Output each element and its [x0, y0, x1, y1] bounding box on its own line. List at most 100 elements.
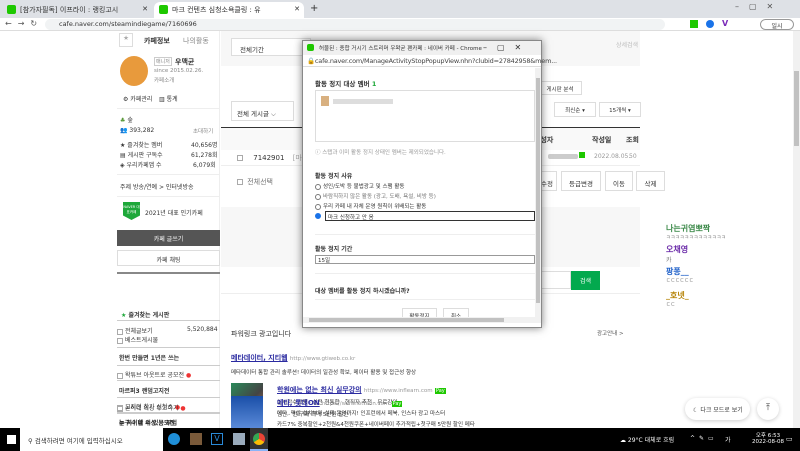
cafe-manage-link[interactable]: ⚙ 카페관리 [123, 94, 152, 103]
url-input[interactable]: cafe.naver.com/steamindiegame/7160696 [45, 19, 665, 30]
cafe-chat-button[interactable]: 카페 채팅 [117, 250, 220, 266]
profile-button[interactable]: 일시 [760, 19, 794, 30]
tab-cafe-info[interactable]: 카페정보 [144, 36, 170, 46]
board-item[interactable]: 베스트게시물 [117, 335, 220, 344]
minecraft-icon[interactable] [190, 433, 202, 445]
ad-item[interactable]: 메타, 롯데ON https://www.lotteon.com Pay [277, 398, 403, 408]
radio[interactable] [315, 203, 321, 210]
author-name-blurred[interactable] [548, 154, 578, 159]
cafe-intro-link[interactable]: 카페소개 [154, 76, 174, 84]
row-checkbox[interactable] [237, 155, 243, 161]
delete-button[interactable]: 삭제 [636, 171, 665, 191]
ad-title[interactable]: 메타, 롯데ON [277, 399, 320, 407]
page-scrollbar[interactable] [793, 31, 800, 428]
bottom-search-button[interactable]: 검색 [571, 271, 600, 290]
scroll-top-button[interactable]: ⤒ [757, 398, 779, 420]
system-tray-icons[interactable]: ^✎▭ [690, 435, 718, 442]
radio[interactable] [315, 193, 321, 200]
taskbar-search-input[interactable]: ⚲ 검색하려면 여기에 입력하십시오 [20, 428, 163, 451]
ad-title[interactable]: 메타데이터, 지티웹 [231, 354, 288, 362]
ad-item[interactable]: 학원에는 없는 최신 실무강의 https://www.inflearn.com… [277, 385, 446, 395]
invite-link[interactable]: 초대하기 [193, 127, 213, 135]
board-group-header: 마르퍼3 랜덤고지전 [119, 388, 170, 395]
per-page-select[interactable]: 15개씩 ▾ [599, 102, 641, 117]
window-controls[interactable]: –▢✕ [735, 2, 783, 11]
clock[interactable]: 오후 6:53 2022-08-08 [752, 431, 784, 445]
reason-option-3[interactable]: 우리 카페 내 자체 운영 원칙이 위배되는 활동 [315, 202, 426, 210]
target-member-list [315, 90, 535, 142]
ad-tower-image[interactable] [231, 396, 263, 428]
manager-name[interactable]: 우맥균 [175, 57, 194, 67]
label: 전체글보기 [125, 328, 153, 335]
scrollbar-thumb[interactable] [536, 78, 540, 303]
edge-icon[interactable] [168, 433, 180, 445]
label: 왁튜브 아웃트로 공모전 [125, 372, 185, 379]
reason-option-2[interactable]: 바람직하지 않은 활동 (광고, 도배, 욕설, 비방 등) [315, 192, 436, 200]
checkbox[interactable] [237, 179, 243, 185]
board-item[interactable]: 왁튜브 아웃트로 공모전 ● [117, 370, 220, 379]
stats-link[interactable]: ▥ 통계 [159, 94, 178, 103]
table-row[interactable]: 7142901 [마 [237, 153, 302, 163]
board-filter-select[interactable]: 전체 게시글 ⌵ [231, 101, 294, 121]
app-icon[interactable] [233, 433, 245, 445]
windows-taskbar: ⚲ 검색하려면 여기에 입력하십시오 V ☁ 29°C 대체로 흐림 ^✎▭ 가… [0, 428, 800, 451]
board-item[interactable]: 전체글보기 5,520,884 [117, 326, 220, 335]
label: 전체선택 [247, 178, 273, 186]
reason-option-1[interactable]: 성인/도박 등 불법광고 및 스팸 활동 [315, 182, 404, 190]
close-icon[interactable]: ✕ [142, 5, 148, 13]
period-select[interactable]: 15일 [315, 255, 535, 264]
windows-start-icon[interactable] [7, 435, 16, 444]
label: 전체 게시글 [237, 110, 269, 118]
ad-item[interactable]: 메타데이터, 지티웹 http://www.gtiweb.co.kr [231, 353, 355, 363]
cafe-topic[interactable]: 주제 방송/연예 > 인터넷방송 [120, 182, 194, 191]
extension-icon[interactable] [706, 20, 714, 28]
ad-info-link[interactable]: 광고안내 > [597, 329, 624, 337]
date: 2022-08-08 [752, 439, 784, 445]
post-title[interactable]: [마 [293, 154, 302, 162]
vegas-icon[interactable]: V [211, 433, 223, 445]
since-date: since 2015.02.26. [154, 68, 204, 74]
popup-window-controls[interactable]: –▢✕ [483, 43, 532, 52]
nav-buttons[interactable]: ←→↻ [5, 19, 43, 28]
weather-widget[interactable]: ☁ 29°C 대체로 흐림 [620, 435, 674, 444]
sort-select[interactable]: 최신순 ▾ [554, 102, 596, 117]
period-label: 활동 정지 기간 [315, 246, 353, 253]
label: 다크 모드로 보기 [700, 407, 743, 414]
sidebar-overflow: 늗이네 의상 투고하기 ● 누구나 할 수 있는 부업 [117, 400, 220, 428]
close-icon[interactable]: ✕ [294, 5, 300, 13]
ime-indicator[interactable]: 가 [725, 435, 731, 444]
favorite-star-icon[interactable]: ★ [119, 33, 133, 47]
tab-my-activity[interactable]: 나의활동 [183, 36, 209, 46]
label: 우리카페앱 수 [126, 162, 162, 169]
reason-option-custom[interactable] [315, 212, 323, 220]
board-icon [117, 405, 123, 412]
write-post-button[interactable]: 카페 글쓰기 [117, 230, 220, 246]
popup-horizontal-scrollbar[interactable] [303, 317, 541, 323]
extension-v-icon[interactable]: V [722, 19, 728, 28]
favorite-boards-header[interactable]: ★ 즐겨찾는 게시판 [121, 310, 169, 319]
change-grade-button[interactable]: 등급변경 [561, 171, 601, 191]
popup-vertical-scrollbar[interactable] [535, 68, 541, 317]
custom-reason-input[interactable]: 마크 신청하고 안 옴 [325, 211, 535, 221]
radio[interactable] [315, 183, 321, 190]
detail-search-toggle[interactable]: 상세검색 [616, 40, 638, 49]
chrome-taskbar-button[interactable] [250, 428, 268, 451]
move-button[interactable]: 이동 [605, 171, 633, 191]
new-tab-button[interactable]: + [310, 3, 318, 14]
ad-title[interactable]: 학원에는 없는 최신 실무강의 [277, 386, 362, 394]
radio-selected[interactable] [315, 213, 321, 219]
tab-2[interactable]: 마크 컨텐츠 심청소욕클링 : 유 ✕ [154, 2, 304, 18]
notice-text: ⓘ 스탭과 이미 활동 정지 상태인 멤버는 제외되었습니다. [315, 150, 446, 156]
scrollbar-thumb[interactable] [309, 318, 504, 322]
notification-icon[interactable]: ▭ [786, 435, 793, 443]
select-all-checkbox[interactable]: 전체선택 [237, 177, 273, 187]
period-select[interactable]: 전체기간 [231, 38, 311, 56]
extension-icon[interactable] [690, 20, 698, 28]
ad-desc: 메타데이터 통합 관리 솔루션! 데이터의 일관성 확보, 메이터 활용 및 접… [231, 370, 417, 376]
board-item[interactable]: 늗이네 의상 투고하기 ● [117, 403, 220, 412]
tab-1[interactable]: [참가자필독] 이프라이 : 랭킹고시 ✕ [2, 2, 152, 18]
dark-mode-button[interactable]: ☾ 다크 모드로 보기 [685, 398, 750, 420]
board-analysis-button[interactable]: 게시판 분석 [538, 81, 582, 95]
scrollbar-thumb[interactable] [794, 71, 799, 146]
naver-cafe-icon [7, 5, 16, 14]
